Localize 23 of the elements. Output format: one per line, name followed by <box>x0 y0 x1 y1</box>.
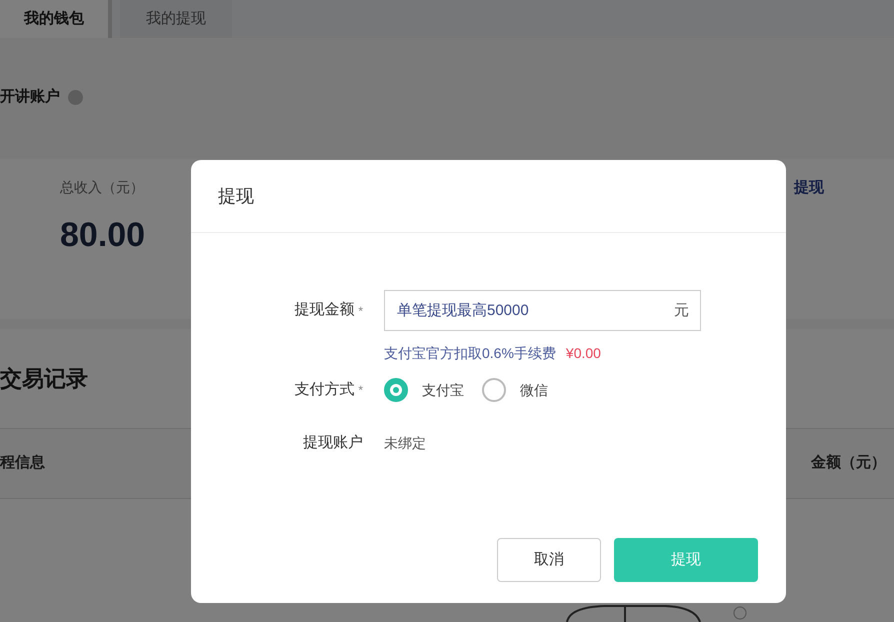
unit-label: 元 <box>674 301 689 321</box>
required-mark: * <box>358 302 363 320</box>
amount-label: 提现金额 <box>294 300 354 320</box>
records-title: 交易记录 <box>0 364 88 392</box>
info-icon <box>68 90 83 105</box>
account-label: 提现账户 <box>302 433 363 453</box>
column-header: 金额（元） <box>811 452 886 473</box>
cancel-button[interactable]: 取消 <box>497 538 601 582</box>
tab[interactable]: 我的提现 <box>120 0 232 38</box>
income-label: 总收入（元） <box>60 178 145 196</box>
fee-hint: 支付宝官方扣取0.6%手续费 <box>384 344 556 363</box>
dialog-title: 提现 <box>218 184 254 208</box>
payment-radio[interactable]: 微信 <box>482 378 548 402</box>
withdraw-link[interactable]: 提现 <box>794 176 824 199</box>
required-mark: * <box>358 382 363 399</box>
payment-label: 支付方式 <box>294 380 354 400</box>
account-title: 开讲账户 <box>0 87 60 107</box>
column-header: 程信息 <box>0 452 45 473</box>
payment-radio[interactable]: 支付宝 <box>384 378 464 402</box>
fee-amount: ¥0.00 <box>566 344 601 363</box>
tab[interactable]: 我的钱包 <box>0 0 112 38</box>
income-value: 80.00 <box>60 214 146 256</box>
account-value: 未绑定 <box>384 434 426 453</box>
